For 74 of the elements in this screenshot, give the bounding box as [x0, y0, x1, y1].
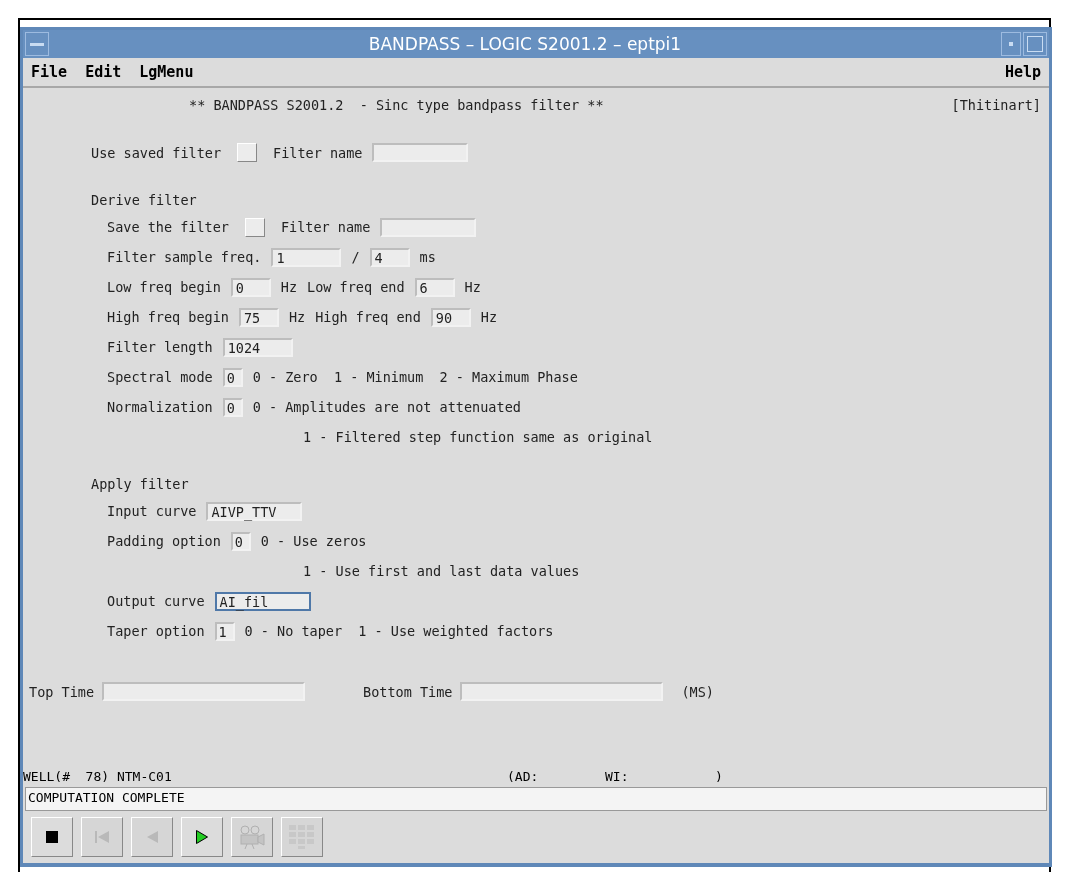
field-label: Save the filter [107, 219, 229, 235]
input-field[interactable]: 90 [430, 307, 471, 327]
field-label: 1 - Use first and last data values [303, 563, 580, 579]
digit-field[interactable]: 0 [222, 397, 243, 417]
input-field[interactable]: 6 [414, 277, 455, 297]
field-label: Filter sample freq. [107, 249, 262, 265]
field-label: Input curve [107, 503, 197, 519]
top-time-field[interactable] [102, 682, 306, 701]
field-label: Filter name [280, 219, 371, 235]
field-label: Spectral mode [107, 369, 213, 385]
well-info: (AD: [507, 768, 540, 784]
window-menu-button[interactable] [25, 32, 49, 56]
digit-field[interactable]: 0 [230, 531, 251, 551]
window-title: BANDPASS – LOGIC S2001.2 – eptpi1 [367, 34, 683, 54]
field-label: Use saved filter [91, 144, 222, 161]
message-bar: COMPUTATION COMPLETE [25, 787, 1047, 811]
well-info: WI: [605, 768, 630, 784]
field-label: Hz [464, 279, 481, 295]
play-button[interactable] [181, 817, 223, 857]
maximize-button[interactable] [1023, 32, 1047, 56]
form-heading: ** BANDPASS S2001.2 - Sinc type bandpass filter ** [189, 97, 605, 113]
field-label: Hz [288, 309, 306, 325]
input-field[interactable] [380, 217, 477, 237]
field-label: 0 - No taper 1 - Use weighted factors [244, 623, 554, 639]
field-label: Taper option [107, 623, 205, 639]
well-info: ) [715, 768, 723, 784]
digit-field[interactable]: 0 [222, 367, 243, 387]
field-label: Low freq begin [107, 279, 221, 295]
unit-label: (MS) [681, 683, 714, 700]
field-label: 0 - Use zeros [260, 533, 367, 549]
input-field[interactable] [372, 143, 469, 162]
input-field[interactable]: 4 [369, 247, 410, 267]
field-label: Hz [480, 309, 498, 325]
input-field[interactable]: 0 [230, 277, 271, 297]
field-label: Hz [280, 279, 298, 295]
play-icon [196, 830, 208, 844]
menu-item[interactable]: File [31, 63, 68, 81]
field-label: Normalization [107, 399, 213, 415]
back-icon [146, 831, 158, 843]
checkbox[interactable] [244, 217, 265, 237]
minimize-button[interactable] [1001, 32, 1021, 56]
checkbox[interactable] [237, 143, 258, 162]
movie-camera-icon [239, 825, 265, 849]
field-label: 1 - Filtered step function same as original [303, 429, 653, 445]
digit-field[interactable]: 1 [214, 621, 235, 641]
field-label: Bottom Time [363, 683, 453, 700]
field-label: High freq begin [107, 309, 229, 325]
bottom-time-field[interactable] [460, 682, 664, 701]
field-label: Padding option [107, 533, 221, 549]
menu-item[interactable]: LgMenu [139, 63, 194, 81]
help-menu[interactable]: Help [1004, 63, 1041, 81]
field-label: ms [419, 249, 436, 265]
stop-icon [46, 831, 58, 843]
section-title: Derive filter [91, 192, 198, 208]
field-label: Filter length [107, 339, 213, 355]
field-label: Output curve [107, 593, 205, 609]
field-label: Filter name [273, 144, 363, 161]
stop-button[interactable] [31, 817, 73, 857]
field-label: High freq end [315, 309, 421, 325]
field-label: Low freq end [307, 279, 405, 295]
section-title: Apply filter [91, 476, 190, 492]
field-label: Top Time [29, 683, 95, 700]
input-field[interactable]: 1024 [222, 337, 293, 357]
input-field[interactable]: AI_fil [214, 591, 311, 611]
input-field[interactable]: AIVP_TTV [206, 501, 303, 521]
input-field[interactable]: 1 [271, 247, 342, 267]
well-info: WELL(# 78) NTM-C01 [23, 768, 173, 784]
field-label: 0 - Amplitudes are not attenuated [252, 399, 521, 415]
input-field[interactable]: 75 [238, 307, 279, 327]
user-name: [Thitinart] [951, 97, 1042, 113]
skip-back-icon [95, 831, 109, 843]
field-label: 0 - Zero 1 - Minimum 2 - Maximum Phase [252, 369, 578, 385]
field-label: / [351, 249, 360, 265]
menu-item[interactable]: Edit [85, 63, 122, 81]
